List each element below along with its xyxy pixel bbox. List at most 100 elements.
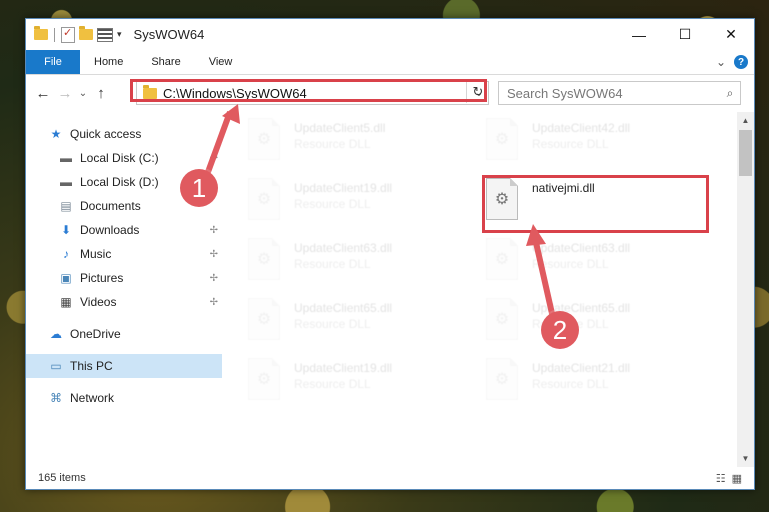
ribbon-tabs: File Home Share View ⌄ ? xyxy=(26,50,754,75)
dll-file-icon: ⚙ xyxy=(248,118,280,160)
window-title: SysWOW64 xyxy=(133,27,205,42)
back-button[interactable]: ← xyxy=(32,85,54,102)
sidebar-item-music[interactable]: ♪ Music ✢ xyxy=(26,242,222,266)
sidebar-item-label: This PC xyxy=(70,359,113,373)
pin-icon[interactable]: ✢ xyxy=(210,225,218,236)
scrollbar-thumb[interactable] xyxy=(739,130,752,176)
file-item[interactable]: ⚙ UpdateClient63.dll Resource DLL xyxy=(248,238,468,284)
file-name: UpdateClient65.dll xyxy=(294,301,393,315)
large-icons-view-icon[interactable]: ▦ xyxy=(732,472,742,485)
file-type: Resource DLL xyxy=(294,197,371,211)
sidebar-item-network[interactable]: ⌘ Network xyxy=(26,386,222,410)
item-count: 165 items xyxy=(38,472,86,484)
pin-icon[interactable]: ✢ xyxy=(210,249,218,260)
file-item[interactable]: ⚙ UpdateClient65.dll Resource DLL xyxy=(248,298,468,344)
sidebar-item-label: Local Disk (C:) xyxy=(80,151,159,165)
cloud-icon: ☁ xyxy=(50,327,62,341)
file-item[interactable]: ⚙ UpdateClient19.dll Resource DLL xyxy=(248,358,468,404)
sidebar-item-quick-access[interactable]: ★ Quick access xyxy=(26,122,222,146)
dll-file-icon: ⚙ xyxy=(486,238,518,280)
minimize-button[interactable]: — xyxy=(616,19,662,50)
file-item[interactable]: ⚙ UpdateClient5.dll Resource DLL xyxy=(248,118,468,164)
tab-file[interactable]: File xyxy=(26,50,80,74)
search-input[interactable]: Search SysWOW64 xyxy=(507,86,720,101)
close-button[interactable]: ✕ xyxy=(708,19,754,50)
details-view-icon[interactable]: ☷ xyxy=(716,472,726,485)
file-highlight-box xyxy=(482,175,709,233)
toolbar-divider xyxy=(54,27,55,42)
computer-icon: ▭ xyxy=(50,359,62,373)
tab-view[interactable]: View xyxy=(195,50,247,74)
file-type: Resource DLL xyxy=(294,257,371,271)
file-name: UpdateClient19.dll xyxy=(294,361,393,375)
navigation-pane: ★ Quick access ▬ Local Disk (C:) ✢ ▬ Loc… xyxy=(26,112,222,467)
pin-icon: ✢ xyxy=(209,152,218,164)
scroll-up-icon[interactable]: ▲ xyxy=(737,112,754,129)
sidebar-item-downloads[interactable]: ⬇ Downloads ✢ xyxy=(26,218,222,242)
sidebar-item-label: Pictures xyxy=(80,271,124,285)
sidebar-item-this-pc[interactable]: ▭ This PC xyxy=(26,354,222,378)
customize-toolbar-icon[interactable]: ▾ xyxy=(117,29,122,40)
search-icon[interactable]: ⌕ xyxy=(720,86,740,101)
status-bar: 165 items ☷ ▦ xyxy=(26,467,754,489)
folder-icon xyxy=(34,26,48,40)
new-folder-icon[interactable] xyxy=(79,26,93,40)
maximize-button[interactable]: ☐ xyxy=(662,19,708,50)
pin-icon[interactable]: ✢ xyxy=(210,297,218,308)
sidebar-item-label: Quick access xyxy=(70,127,142,141)
scroll-down-icon[interactable]: ▼ xyxy=(737,450,754,467)
file-type: Resource DLL xyxy=(294,317,371,331)
tab-home[interactable]: Home xyxy=(80,50,137,74)
sidebar-item-label: Videos xyxy=(80,295,117,309)
recent-locations-button[interactable]: ⌄ xyxy=(76,88,90,99)
step-1-badge: 1 xyxy=(180,169,218,207)
file-item[interactable]: ⚙ UpdateClient65.dllResource DLL xyxy=(486,298,706,344)
vertical-scrollbar[interactable]: ▲ ▼ xyxy=(737,112,754,467)
dll-file-icon: ⚙ xyxy=(248,238,280,280)
sidebar-item-label: Local Disk (D:) xyxy=(80,175,159,189)
forward-button[interactable]: → xyxy=(54,85,76,102)
documents-icon: ▤ xyxy=(60,199,72,213)
step-2-badge: 2 xyxy=(541,311,579,349)
file-type: Resource DLL xyxy=(294,137,371,151)
pictures-icon: ▣ xyxy=(60,271,72,285)
tab-share[interactable]: Share xyxy=(137,50,194,74)
sidebar-item-onedrive[interactable]: ☁ OneDrive xyxy=(26,322,222,346)
drive-icon: ▬ xyxy=(60,175,72,189)
file-name: UpdateClient19.dll xyxy=(294,181,393,195)
file-item[interactable]: ⚙ UpdateClient42.dll Resource DLL xyxy=(486,118,706,164)
file-type: Resource DLL xyxy=(532,137,609,151)
file-item[interactable]: ⚙ UpdateClient21.dll Resource DLL xyxy=(486,358,706,404)
sidebar-item-label: Music xyxy=(80,247,112,261)
file-name: UpdateClient65.dll xyxy=(532,301,631,315)
file-name: UpdateClient63.dll xyxy=(532,241,631,255)
sidebar-item-label: Downloads xyxy=(80,223,140,237)
help-icon[interactable]: ? xyxy=(734,55,748,69)
sidebar-item-videos[interactable]: ▦ Videos ✢ xyxy=(26,290,222,314)
sidebar-item-local-disk-c[interactable]: ▬ Local Disk (C:) ✢ xyxy=(26,146,222,170)
expand-ribbon-icon[interactable]: ⌄ xyxy=(716,55,726,69)
file-item[interactable]: ⚙ UpdateClient63.dll Resource DLL xyxy=(486,238,706,284)
file-name: UpdateClient5.dll xyxy=(294,121,386,135)
drive-icon: ▬ xyxy=(60,151,72,165)
properties-check-icon[interactable] xyxy=(61,26,75,43)
star-icon: ★ xyxy=(50,127,62,141)
title-bar: ▾ SysWOW64 — ☐ ✕ xyxy=(26,19,754,50)
dll-file-icon: ⚙ xyxy=(248,178,280,220)
file-item[interactable]: ⚙ UpdateClient19.dll Resource DLL xyxy=(248,178,468,224)
sidebar-item-label: Network xyxy=(70,391,115,405)
file-type: Resource DLL xyxy=(532,377,609,391)
file-type: Resource DLL xyxy=(532,257,609,271)
network-icon: ⌘ xyxy=(50,391,62,405)
up-button[interactable]: ↑ xyxy=(90,85,112,102)
pin-icon[interactable]: ✢ xyxy=(210,273,218,284)
file-name: UpdateClient21.dll xyxy=(532,361,631,375)
explorer-window: ▾ SysWOW64 — ☐ ✕ File Home Share View ⌄ … xyxy=(25,18,755,490)
file-name: UpdateClient63.dll xyxy=(294,241,393,255)
file-type: Resource DLL xyxy=(294,377,371,391)
sidebar-item-pictures[interactable]: ▣ Pictures ✢ xyxy=(26,266,222,290)
search-box[interactable]: Search SysWOW64 ⌕ xyxy=(498,81,741,105)
dll-file-icon: ⚙ xyxy=(486,118,518,160)
dll-file-icon: ⚙ xyxy=(248,298,280,340)
properties-icon[interactable] xyxy=(97,27,113,42)
